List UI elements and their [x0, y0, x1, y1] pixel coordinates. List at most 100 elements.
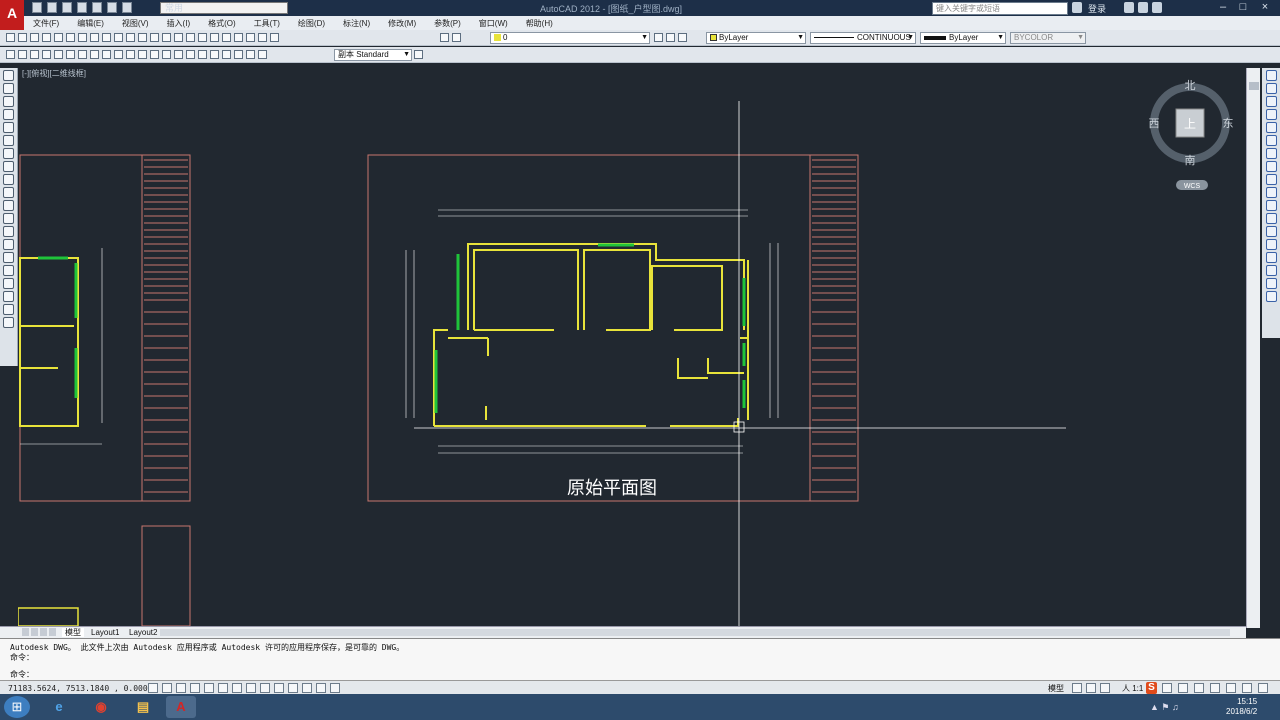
undo-icon[interactable]: [126, 33, 135, 42]
maximize-button[interactable]: □: [1236, 1, 1250, 14]
endpoint-icon[interactable]: [30, 50, 39, 59]
viewcube-north[interactable]: 北: [1185, 79, 1196, 92]
taskbar-clock[interactable]: 15:15 2018/6/2: [1226, 697, 1257, 717]
zoom-window-icon[interactable]: [174, 33, 183, 42]
new-icon[interactable]: [6, 33, 15, 42]
line-icon[interactable]: [3, 70, 14, 81]
ie-icon[interactable]: e: [44, 696, 74, 718]
menu-parametric[interactable]: 参数(P): [425, 18, 470, 29]
redo-icon[interactable]: [138, 33, 147, 42]
infer-constraints-icon[interactable]: [148, 683, 158, 693]
explode-icon[interactable]: [1265, 265, 1277, 276]
help-search-input[interactable]: 键入关键字或短语: [932, 2, 1068, 15]
apparent-intersection-icon[interactable]: [66, 50, 75, 59]
rectangle-icon[interactable]: [3, 122, 14, 133]
copy-icon[interactable]: [1265, 83, 1277, 94]
ime-punct-icon[interactable]: [1178, 683, 1188, 693]
workspace-select[interactable]: 常用: [160, 2, 288, 14]
hatch-icon[interactable]: [3, 252, 14, 263]
menu-window[interactable]: 窗口(W): [470, 18, 517, 29]
text-style-manager-icon[interactable]: [414, 50, 423, 59]
quick-view-drawings-icon[interactable]: [1086, 683, 1096, 693]
revcloud-icon[interactable]: [3, 161, 14, 172]
search-icon[interactable]: [1072, 2, 1082, 13]
tab-model[interactable]: 模型: [62, 628, 84, 637]
tray-icons[interactable]: ▲ ⚑ ♫: [1150, 702, 1179, 713]
chrome-icon[interactable]: ◉: [86, 696, 116, 718]
insert-block-icon[interactable]: [3, 213, 14, 224]
help-icon[interactable]: [1152, 2, 1162, 13]
pan-icon[interactable]: [150, 33, 159, 42]
intersection-icon[interactable]: [54, 50, 63, 59]
scale-icon[interactable]: [1265, 161, 1277, 172]
ellipse-icon[interactable]: [3, 187, 14, 198]
copy-icon[interactable]: [90, 33, 99, 42]
design-center-icon[interactable]: [210, 33, 219, 42]
make-current-icon[interactable]: [654, 33, 663, 42]
ime-mic-icon[interactable]: [1194, 683, 1204, 693]
bulb-icon[interactable]: [452, 33, 461, 42]
autocad-logo-icon[interactable]: A: [0, 0, 24, 30]
color-select[interactable]: ByLayer ▼: [706, 32, 806, 44]
workspace-settings-icon[interactable]: [1258, 683, 1268, 693]
move-icon[interactable]: [1265, 135, 1277, 146]
menu-tools[interactable]: 工具(T): [245, 18, 289, 29]
object-snap-icon[interactable]: [218, 683, 228, 693]
trim-icon[interactable]: [1265, 187, 1277, 198]
polyline-icon[interactable]: [3, 96, 14, 107]
polar-tracking-icon[interactable]: [204, 683, 214, 693]
add-selected-icon[interactable]: [3, 317, 14, 328]
publish-icon[interactable]: [66, 33, 75, 42]
stretch-icon[interactable]: [1265, 174, 1277, 185]
join-icon[interactable]: [1265, 226, 1277, 237]
redo-icon[interactable]: [122, 2, 132, 13]
menu-insert[interactable]: 插入(I): [158, 18, 200, 29]
match-icon[interactable]: [114, 33, 123, 42]
tab-layout2[interactable]: Layout2: [126, 628, 160, 637]
polygon-icon[interactable]: [3, 109, 14, 120]
command-input[interactable]: 命令：: [10, 669, 34, 680]
break-icon[interactable]: [1265, 213, 1277, 224]
insert-icon[interactable]: [150, 50, 159, 59]
transparency-icon[interactable]: [302, 683, 312, 693]
horizontal-scrollbar[interactable]: [160, 629, 1230, 636]
menu-dimension[interactable]: 标注(N): [334, 18, 379, 29]
open-file-icon[interactable]: [47, 2, 57, 13]
spline-icon[interactable]: [3, 174, 14, 185]
sheet-set-icon[interactable]: [234, 33, 243, 42]
menu-modify[interactable]: 修改(M): [379, 18, 425, 29]
tangent-icon[interactable]: [114, 50, 123, 59]
rotate-icon[interactable]: [1265, 148, 1277, 159]
array-icon[interactable]: [1265, 122, 1277, 133]
layer-previous-icon[interactable]: [666, 33, 675, 42]
preview-icon[interactable]: [54, 33, 63, 42]
undo-icon[interactable]: [107, 2, 117, 13]
viewport-controls-label[interactable]: [-][俯视][二维线框]: [22, 68, 86, 78]
midpoint-icon[interactable]: [42, 50, 51, 59]
offset-icon[interactable]: [1265, 109, 1277, 120]
annotation-scale[interactable]: 人 1:1: [1122, 683, 1143, 694]
plot-icon[interactable]: [42, 33, 51, 42]
chamfer-icon[interactable]: [1265, 239, 1277, 250]
dim-radius-icon[interactable]: [246, 50, 255, 59]
ime-skin-icon[interactable]: [1226, 683, 1236, 693]
gradient-icon[interactable]: [3, 265, 14, 276]
plotstyle-select[interactable]: BYCOLOR ▼: [1010, 32, 1086, 44]
wcs-menu[interactable]: WCS: [1184, 183, 1201, 190]
viewcube[interactable]: 上 北 南 东 西 WCS: [1149, 79, 1234, 190]
zoom-icon[interactable]: [162, 33, 171, 42]
exchange-icon[interactable]: [1124, 2, 1134, 13]
menu-edit[interactable]: 编辑(E): [68, 18, 113, 29]
menu-draw[interactable]: 绘图(D): [289, 18, 334, 29]
menu-file[interactable]: 文件(F): [24, 18, 68, 29]
ime-tools-icon[interactable]: [1242, 683, 1252, 693]
minimize-button[interactable]: –: [1216, 1, 1230, 14]
model-space-label[interactable]: 模型: [1048, 683, 1064, 694]
edit-polyline-icon[interactable]: [1265, 291, 1277, 302]
tab-layout1[interactable]: Layout1: [88, 628, 122, 637]
linetype-select[interactable]: CONTINUOUS ▼: [810, 32, 916, 44]
community-icon[interactable]: [1138, 2, 1148, 13]
lineweight-select[interactable]: ByLayer ▼: [920, 32, 1006, 44]
circle-icon[interactable]: [3, 148, 14, 159]
login-label[interactable]: 登录: [1088, 2, 1106, 15]
